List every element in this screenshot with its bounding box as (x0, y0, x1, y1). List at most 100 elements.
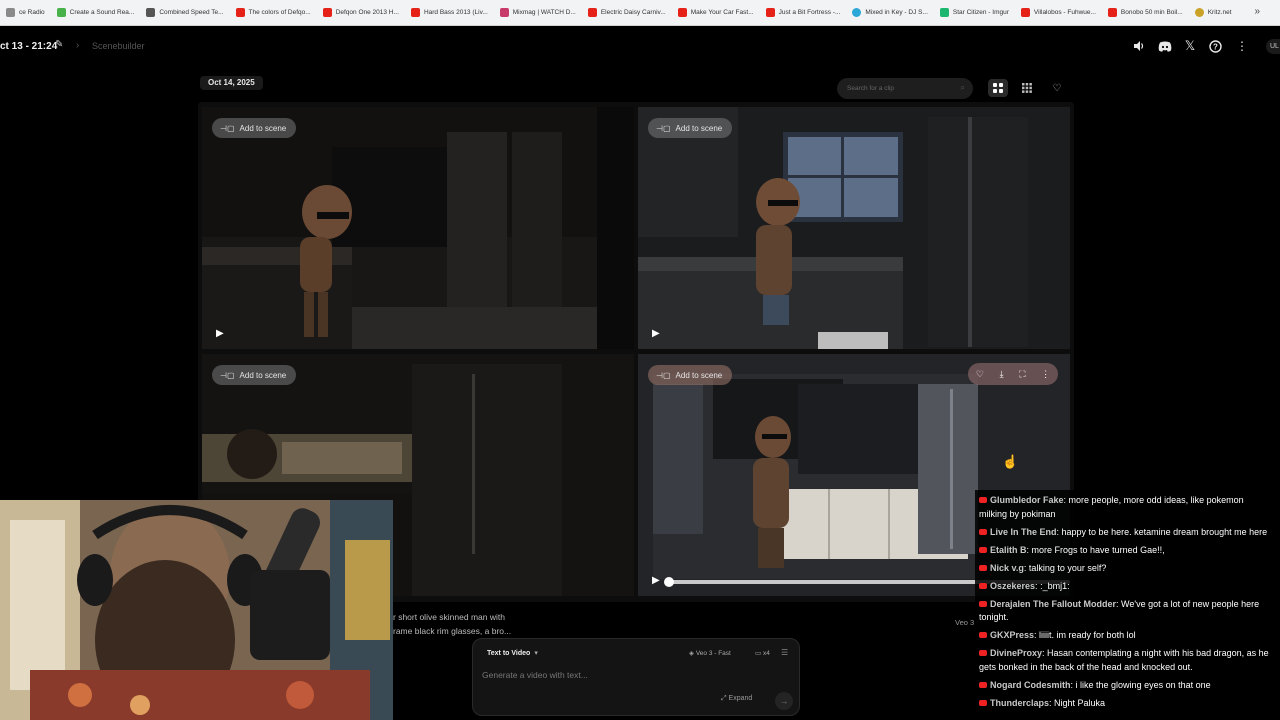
prompt-line: rame black rim glasses, a bro... (393, 626, 512, 636)
bookmark-favicon-icon (499, 8, 509, 17)
bookmark[interactable]: Make Your Car Fast... (672, 0, 760, 25)
volume-icon[interactable] (1130, 37, 1148, 55)
x-icon[interactable]: 𝕏 (1181, 37, 1199, 55)
prompt-preview[interactable]: r short olive skinned man with rame blac… (393, 610, 511, 638)
play-icon[interactable]: ▶ (216, 328, 224, 339)
prompt-composer: Text to Video ▾ ◈ Veo 3 - Fast ▭ x4 ☰ Gen… (472, 638, 800, 716)
expand-button[interactable]: ⤢ Expand (721, 695, 752, 703)
date-label: Oct 14, 2025 (200, 76, 263, 90)
output-count[interactable]: ▭ x4 (755, 649, 770, 657)
send-button[interactable]: → (775, 692, 793, 710)
bookmark[interactable]: Mixed in Key - DJ S... (846, 0, 934, 25)
bookmarks-bar: ce Radio Create a Sound Rea... Combined … (0, 0, 1280, 26)
bookmark[interactable]: Just a Bit Fortress -... (760, 0, 847, 25)
bookmark[interactable]: Star Citizen - Imgur (934, 0, 1015, 25)
heart-icon: ♡ (1052, 82, 1062, 94)
prompt-line: r short olive skinned man with (393, 612, 505, 622)
bookmark[interactable]: Villalobos - Fuhwue... (1015, 0, 1102, 25)
bookmark-favicon-icon (146, 8, 156, 17)
bookmark[interactable]: Combined Speed Te... (140, 0, 229, 25)
youtube-icon (979, 681, 987, 688)
avatar[interactable]: UL (1266, 39, 1280, 54)
add-to-scene-icon: ⊣▢ (220, 123, 235, 133)
favorites-view-button[interactable]: ♡ (1047, 79, 1067, 97)
youtube-icon (979, 497, 987, 503)
svg-text:?: ? (1213, 42, 1218, 51)
bookmark[interactable]: Bonobo 50 min Boil... (1102, 0, 1189, 25)
bookmark[interactable]: Electric Daisy Carniv... (582, 0, 672, 25)
play-icon[interactable]: ▶ (652, 575, 660, 586)
bookmark[interactable]: Hard Bass 2013 (Liv... (405, 0, 494, 25)
fullscreen-icon[interactable]: ⛶ (1019, 369, 1025, 380)
add-to-scene-button[interactable]: ⊣▢ Add to scene (648, 118, 733, 138)
clip-card[interactable]: ⊣▢ Add to scene ▶ (202, 107, 634, 349)
chat-username: Oszekeres (990, 580, 1036, 591)
bookmark-label: Mixed in Key - DJ S... (865, 9, 928, 16)
bookmark-label: Bonobo 50 min Boil... (1120, 9, 1183, 16)
chat-message: Thunderclaps: Night Paluka (979, 697, 1274, 711)
bookmark[interactable]: Defqon One 2013 H... (317, 0, 405, 25)
grid-small-icon (1022, 83, 1032, 93)
imgur-icon (939, 8, 949, 17)
pencil-icon[interactable]: ✎ (55, 39, 63, 50)
chat-username: Derajalen The Fallout Modder (990, 598, 1117, 609)
bookmark-label: Just a Bit Fortress -... (778, 9, 841, 16)
project-title[interactable]: ct 13 - 21:24 (0, 41, 57, 52)
expand-icon: ⤢ (721, 695, 729, 702)
clip-thumbnail (202, 107, 634, 349)
bookmark-label: Electric Daisy Carniv... (600, 9, 666, 16)
youtube-icon (322, 8, 332, 17)
play-icon[interactable]: ▶ (652, 328, 660, 339)
bookmark[interactable]: Kritz.net (1189, 0, 1238, 25)
clip-card[interactable]: ⊣▢ Add to scene ▶ (638, 107, 1070, 349)
bookmark[interactable]: The colors of Defqo... (230, 0, 317, 25)
mode-dropdown[interactable]: Text to Video ▾ (487, 649, 538, 657)
add-to-scene-label: Add to scene (675, 123, 723, 133)
grid-large-view-button[interactable] (988, 79, 1008, 97)
help-icon[interactable]: ? (1206, 37, 1224, 55)
add-to-scene-button[interactable]: ⊣▢ Add to scene (212, 365, 297, 385)
chat-text: i like the glowing eyes on that one (1075, 679, 1211, 690)
progress-handle[interactable] (664, 577, 674, 587)
model-icon: ◈ (689, 650, 696, 657)
grid-small-view-button[interactable] (1017, 79, 1037, 97)
bookmark[interactable]: ce Radio (0, 0, 51, 25)
bookmark[interactable]: Create a Sound Rea... (51, 0, 141, 25)
breadcrumb-scenebuilder[interactable]: Scenebuilder (92, 41, 145, 51)
add-to-scene-button[interactable]: ⊣▢ Add to scene (648, 365, 733, 385)
model-selector[interactable]: ◈ Veo 3 - Fast (689, 649, 731, 657)
heart-icon[interactable]: ♡ (976, 369, 984, 380)
chat-text: :_bmj1: (1040, 580, 1070, 591)
more-vertical-icon[interactable]: ⋮ (1041, 369, 1050, 380)
chat-text: happy to be here. ketamine dream brought… (1061, 526, 1268, 537)
chat-message: GKXPress: liiiit. im ready for both lol (979, 629, 1274, 643)
settings-icon[interactable]: ☰ (781, 648, 788, 657)
chat-message: Nick v.g: talking to your self? (979, 562, 1274, 576)
bookmark-favicon-icon (852, 8, 862, 17)
youtube-icon (979, 582, 987, 589)
search-input[interactable]: Search for a clip ⌕ (837, 78, 973, 99)
youtube-icon (979, 600, 987, 607)
add-to-scene-label: Add to scene (675, 370, 723, 380)
youtube-icon (587, 8, 597, 17)
bookmarks-overflow-button[interactable]: » (1254, 6, 1260, 17)
chat-message: Etalith B: more Frogs to have turned Gae… (979, 544, 1274, 558)
youtube-icon (979, 546, 987, 553)
hand-cursor-icon: ☝ (1002, 454, 1019, 469)
clip-thumbnail (638, 107, 1070, 349)
add-to-scene-icon: ⊣▢ (656, 123, 671, 133)
app-header: ct 13 - 21:24 ✎ › Scenebuilder 𝕏 ? ⋮ UL (0, 26, 1280, 66)
bookmark-favicon-icon (1194, 8, 1204, 17)
chat-text: liiiit. im ready for both lol (1039, 630, 1136, 640)
prompt-input[interactable]: Generate a video with text... (482, 670, 588, 680)
youtube-icon (1020, 8, 1030, 17)
screen: { "browser": { "bookmarks": [ {"label": … (0, 0, 1280, 720)
bookmark[interactable]: Mixmag | WATCH D... (494, 0, 582, 25)
discord-icon[interactable] (1156, 37, 1174, 55)
bookmark-label: Mixmag | WATCH D... (512, 9, 576, 16)
chat-username: Etalith B (990, 544, 1027, 555)
more-vertical-icon[interactable]: ⋮ (1233, 37, 1251, 55)
download-icon[interactable]: ⤓ (1000, 369, 1004, 380)
count-label: x4 (762, 650, 770, 657)
add-to-scene-button[interactable]: ⊣▢ Add to scene (212, 118, 297, 138)
